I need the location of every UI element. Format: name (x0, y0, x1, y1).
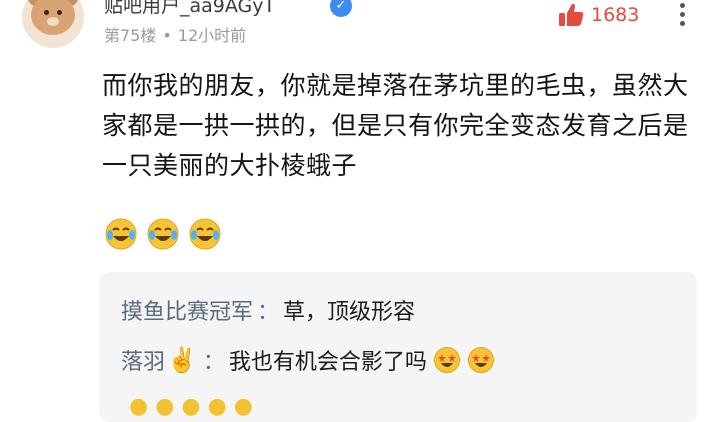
thumbs-up-icon (559, 3, 584, 27)
partial-emoji-row: ● ● ● ● ● (129, 394, 253, 419)
verified-badge-icon: ✓ (330, 0, 352, 17)
like-count: 1683 (591, 4, 640, 26)
avatar-eye-left (44, 10, 49, 15)
like-button[interactable]: 1683 (557, 1, 639, 29)
avatar[interactable] (22, 0, 84, 48)
emoji-row (104, 217, 222, 251)
reply-text: 草，顶级形容 (283, 300, 416, 325)
starry-eyed-emoji-icon (467, 347, 494, 373)
reply-item[interactable]: 落羽 ✌️：我也有机会合影了吗 (121, 344, 495, 376)
crying-laughing-emoji-icon (189, 218, 221, 250)
reply-text: 我也有机会合影了吗 (228, 350, 427, 375)
reply-author[interactable]: 落羽 (121, 344, 165, 376)
meta-dot: • (162, 26, 172, 45)
more-options-icon[interactable] (678, 0, 686, 34)
reply-separator: ： (257, 300, 280, 325)
reply-item-partial[interactable]: ● ● ● ● ● (121, 394, 253, 419)
post-content: 而你我的朋友，你就是掉落在茅坑里的毛虫，虽然大家都是一拱一拱的，但是只有你完全变… (102, 71, 689, 180)
post-meta: 第75楼 • 12小时前 (104, 22, 246, 46)
floor-number: 第75楼 (104, 26, 157, 45)
avatar-eye-right (57, 10, 62, 15)
avatar-nose (47, 17, 59, 26)
reply-item[interactable]: 摸鱼比赛冠军：草，顶级形容 (121, 294, 415, 326)
username[interactable]: 贴吧用户_aa9AGyT (104, 0, 275, 18)
reply-author[interactable]: 摸鱼比赛冠军 (121, 294, 253, 326)
starry-eyed-emoji-icon (433, 347, 460, 373)
post-time: 12小时前 (177, 26, 247, 45)
replies-panel: 摸鱼比赛冠军：草，顶级形容 落羽 ✌️：我也有机会合影了吗 ● ● ● ● ● (99, 272, 697, 422)
crying-laughing-emoji-icon (147, 218, 179, 250)
victory-hand-emoji: ✌️ (167, 346, 197, 374)
reply-separator: ： (202, 350, 225, 375)
crying-laughing-emoji-icon (105, 218, 137, 250)
